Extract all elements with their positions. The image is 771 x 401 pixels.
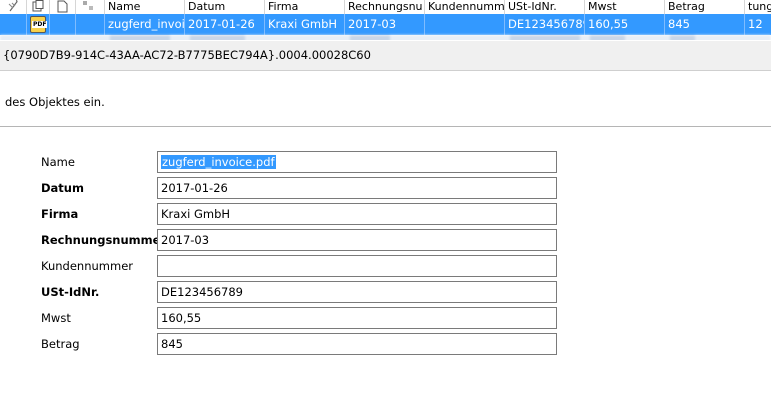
- name-field[interactable]: zugferd_invoice.pdf: [157, 151, 557, 173]
- firma-label: Firma: [41, 207, 79, 221]
- row-cell-type: PDF: [27, 14, 50, 35]
- object-id-text: {0790D7B9-914C-43AA-AC72-B7775BEC794A}.0…: [3, 48, 371, 62]
- rechnungsnummer-field[interactable]: 2017-03: [157, 229, 557, 251]
- object-id-banner: {0790D7B9-914C-43AA-AC72-B7775BEC794A}.0…: [0, 41, 771, 71]
- column-header-more[interactable]: tung: [745, 0, 771, 14]
- row-cell-rechnungsnummer: 2017-03: [345, 14, 425, 35]
- row-cell-betrag: 845: [665, 14, 745, 35]
- ust-idnr-field[interactable]: DE123456789: [157, 281, 557, 303]
- instruction-text: des Objektes ein.: [5, 95, 105, 109]
- row-cell-new: [50, 14, 76, 35]
- form-row-firma: Firma Kraxi GmbH: [41, 203, 561, 225]
- form-row-kundennummer: Kundennummer: [41, 255, 561, 277]
- pdf-file-icon: PDF: [30, 16, 48, 33]
- form-row-ust-idnr: USt-IdNr. DE123456789: [41, 281, 561, 303]
- row-cell-kundennummer: [425, 14, 505, 35]
- row-cell-datum: 2017-01-26: [185, 14, 265, 35]
- list-header: Name Datum Firma Rechnungsnu Kundennumm …: [0, 0, 771, 14]
- status-dots-icon: [83, 1, 93, 10]
- firma-field[interactable]: Kraxi GmbH: [157, 203, 557, 225]
- form-row-mwst: Mwst 160,55: [41, 307, 561, 329]
- row-cell-more: 12: [748, 17, 763, 31]
- name-value: zugferd_invoice.pdf: [161, 155, 276, 169]
- column-header-name[interactable]: Name: [105, 0, 185, 14]
- form-row-betrag: Betrag 845: [41, 333, 561, 355]
- divider: [0, 126, 771, 127]
- column-header-ust-idnr[interactable]: USt-IdNr.: [505, 0, 585, 14]
- form-row-name: Name zugferd_invoice.pdf: [41, 151, 561, 173]
- paperclip-icon: [8, 0, 18, 12]
- column-header-type[interactable]: [27, 0, 50, 14]
- row-cell-mwst: 160,55: [585, 14, 665, 35]
- table-row-selected[interactable]: PDF zugferd_invoic 2017-01-26 Kraxi GmbH…: [0, 14, 771, 35]
- betrag-label: Betrag: [41, 337, 80, 351]
- column-header-firma[interactable]: Firma: [265, 0, 345, 14]
- datum-field[interactable]: 2017-01-26: [157, 177, 557, 199]
- column-header-new[interactable]: [50, 0, 76, 14]
- row-cell-name: zugferd_invoic: [105, 14, 185, 35]
- column-header-status[interactable]: [76, 0, 105, 14]
- datum-label: Datum: [41, 181, 84, 195]
- kundennummer-field[interactable]: [157, 255, 557, 277]
- form-row-datum: Datum 2017-01-26: [41, 177, 561, 199]
- column-header-datum[interactable]: Datum: [185, 0, 265, 14]
- row-cell-ust-idnr: DE123456789: [505, 14, 585, 35]
- column-header-rechnungsnummer[interactable]: Rechnungsnu: [345, 0, 425, 14]
- ust-idnr-label: USt-IdNr.: [41, 285, 100, 299]
- document-list[interactable]: Name Datum Firma Rechnungsnu Kundennumm …: [0, 0, 771, 40]
- column-header-attachment[interactable]: [0, 0, 27, 14]
- mwst-label: Mwst: [41, 311, 71, 325]
- kundennummer-label: Kundennummer: [41, 259, 133, 273]
- row-cell-status: [76, 14, 105, 35]
- name-label: Name: [41, 155, 75, 169]
- column-header-kundennummer[interactable]: Kundennumm: [425, 0, 505, 14]
- new-document-icon: [57, 0, 68, 13]
- form-row-rechnungsnummer: Rechnungsnummer 2017-03: [41, 229, 561, 251]
- column-header-betrag[interactable]: Betrag: [665, 0, 745, 14]
- betrag-field[interactable]: 845: [157, 333, 557, 355]
- table-row-obscured[interactable]: [0, 35, 771, 40]
- rechnungsnummer-label: Rechnungsnummer: [41, 233, 167, 247]
- column-header-mwst[interactable]: Mwst: [585, 0, 665, 14]
- document-stack-icon: [32, 0, 44, 12]
- row-cell-attachment: [0, 14, 27, 35]
- row-cell-firma: Kraxi GmbH: [265, 14, 345, 35]
- mwst-field[interactable]: 160,55: [157, 307, 557, 329]
